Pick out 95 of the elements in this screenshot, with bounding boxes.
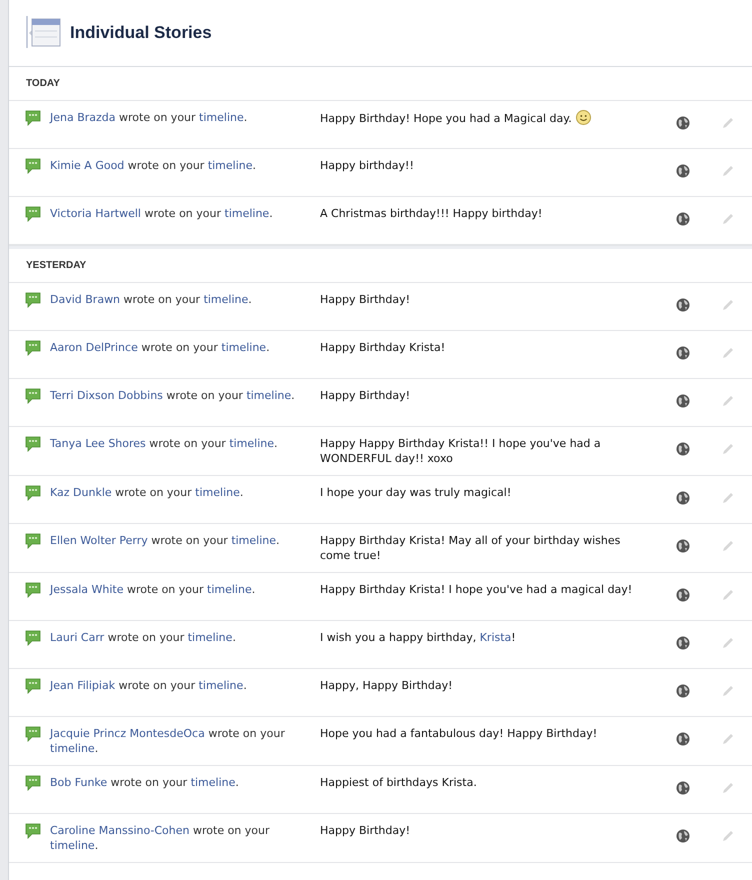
author-link[interactable]: Lauri Carr [50, 631, 104, 644]
timeline-link[interactable]: timeline [198, 679, 244, 692]
globe-icon[interactable] [676, 732, 690, 746]
author-link[interactable]: Kimie A Good [50, 159, 124, 172]
timeline-link[interactable]: timeline [221, 341, 266, 354]
globe-icon[interactable] [676, 116, 690, 130]
section-heading: YESTERDAY [26, 260, 86, 271]
author-link[interactable]: Tanya Lee Shores [50, 437, 146, 450]
speech-bubble-icon [25, 775, 41, 791]
globe-icon[interactable] [676, 346, 690, 360]
speech-bubble-icon [25, 436, 41, 452]
globe-icon[interactable] [676, 829, 690, 843]
speech-bubble-icon [25, 726, 41, 742]
globe-icon[interactable] [676, 442, 690, 456]
message-text: Happy Birthday! [320, 823, 412, 838]
globe-icon[interactable] [676, 781, 690, 795]
timeline-link[interactable]: timeline [190, 776, 236, 789]
story-text: Jena Brazda wrote on your timeline. [50, 110, 248, 125]
timeline-link[interactable]: timeline [229, 437, 274, 450]
timeline-link[interactable]: timeline [204, 293, 248, 306]
globe-icon[interactable] [676, 539, 690, 553]
speech-bubble-icon [25, 340, 41, 356]
speech-bubble-icon [25, 630, 41, 646]
message-text: A Christmas birthday!!! Happy birthday! [320, 206, 544, 221]
story-text: Tanya Lee Shores wrote on your timeline. [50, 436, 279, 451]
author-link[interactable]: Caroline Manssino-Cohen [50, 824, 190, 837]
speech-bubble-icon [25, 158, 41, 174]
timeline-link[interactable]: timeline [208, 159, 253, 172]
name-link[interactable]: Krista [480, 631, 512, 644]
timeline-link[interactable]: timeline [199, 111, 244, 124]
speech-bubble-icon [25, 678, 41, 694]
story-text: Lauri Carr wrote on your timeline. [50, 630, 237, 645]
author-link[interactable]: Kaz Dunkle [50, 486, 112, 499]
speech-bubble-icon [25, 823, 41, 839]
timeline-link[interactable]: timeline [50, 742, 95, 755]
timeline-link[interactable]: timeline [246, 389, 292, 402]
globe-icon[interactable] [676, 588, 690, 602]
speech-bubble-icon [25, 388, 41, 404]
globe-icon[interactable] [676, 212, 690, 226]
author-link[interactable]: Ellen Wolter Perry [50, 534, 148, 547]
timeline-link[interactable]: timeline [195, 486, 240, 499]
story-text: David Brawn wrote on your timeline. [50, 292, 253, 307]
page-title: Individual Stories [70, 23, 212, 43]
timeline-link[interactable]: timeline [207, 583, 252, 596]
story-text: Caroline Manssino-Cohen wrote on your timeline. [50, 823, 271, 853]
message-text: Happiest of birthdays Krista. [320, 775, 478, 790]
author-link[interactable]: Jean Filipiak [50, 679, 116, 692]
message-text: Happy, Happy Birthday! [320, 678, 454, 693]
speech-bubble-icon [25, 485, 41, 501]
message-text: Happy Birthday Krista! I hope you've had a magical day! [320, 582, 634, 597]
author-link[interactable]: Bob Funke [50, 776, 108, 789]
globe-icon[interactable] [676, 491, 690, 505]
story-text: Aaron DelPrince wrote on your timeline. [50, 340, 271, 355]
speech-bubble-icon [25, 533, 41, 549]
speech-bubble-icon [25, 292, 41, 308]
message-text: Happy Happy Birthday Krista!! I hope you've had a WONDERFUL day!! xoxo [320, 436, 602, 466]
message-text: Happy Birthday! [320, 388, 412, 403]
message-text: Happy Birthday! [320, 292, 412, 307]
message-text: I hope your day was truly magical! [320, 485, 512, 500]
story-text: Jessala White wrote on your timeline. [50, 582, 256, 597]
story-text: Victoria Hartwell wrote on your timeline. [50, 206, 274, 221]
story-text: Kaz Dunkle wrote on your timeline. [50, 485, 244, 500]
timeline-link[interactable]: timeline [224, 207, 270, 220]
author-link[interactable]: David Brawn [50, 293, 120, 306]
speech-bubble-icon [25, 206, 41, 222]
message-text: Happy birthday!! [320, 158, 415, 173]
timeline-link[interactable]: timeline [231, 534, 276, 547]
globe-icon[interactable] [676, 684, 690, 698]
author-link[interactable]: Victoria Hartwell [50, 207, 141, 220]
globe-icon[interactable] [676, 164, 690, 178]
story-text: Terri Dixson Dobbins wrote on your timeline. [50, 388, 296, 403]
message-text: Happy Birthday! Hope you had a Magical day. [320, 110, 650, 126]
story-text: Jacquie Princz MontesdeOca wrote on your timeline. [50, 726, 286, 756]
author-link[interactable]: Jessala White [50, 583, 124, 596]
globe-icon[interactable] [676, 394, 690, 408]
author-link[interactable]: Aaron DelPrince [50, 341, 138, 354]
story-text: Kimie A Good wrote on your timeline. [50, 158, 258, 173]
globe-icon[interactable] [676, 636, 690, 650]
author-link[interactable]: Jena Brazda [50, 111, 116, 124]
story-text: Bob Funke wrote on your timeline. [50, 775, 240, 790]
section-heading: TODAY [26, 78, 60, 89]
message-text: Hope you had a fantabulous day! Happy Birthday! [320, 726, 598, 741]
timeline-link[interactable]: timeline [188, 631, 232, 644]
story-text: Jean Filipiak wrote on your timeline. [50, 678, 248, 693]
speech-bubble-icon [25, 110, 41, 126]
message-text: Happy Birthday Krista! May all of your birthday wishes come true! [320, 533, 622, 563]
message-text: Happy Birthday Krista! [320, 340, 446, 355]
author-link[interactable]: Terri Dixson Dobbins [50, 389, 163, 402]
speech-bubble-icon [25, 582, 41, 598]
window-icon [26, 16, 62, 50]
globe-icon[interactable] [676, 298, 690, 312]
timeline-link[interactable]: timeline [50, 839, 95, 852]
author-link[interactable]: Jacquie Princz MontesdeOca [50, 727, 205, 740]
message-text: I wish you a happy birthday, Krista! [320, 630, 517, 645]
story-text: Ellen Wolter Perry wrote on your timeline. [50, 533, 281, 548]
